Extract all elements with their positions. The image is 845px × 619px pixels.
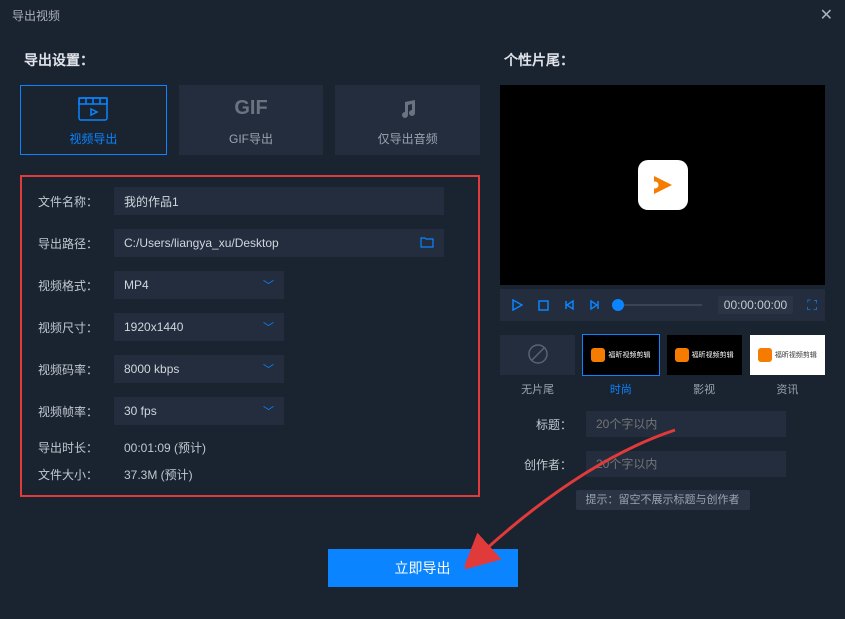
export-button[interactable]: 立即导出 (328, 549, 518, 587)
tail-option-fashion[interactable]: 福昕视频剪辑 时尚 (583, 335, 658, 397)
chevron-down-icon: ﹀ (263, 403, 274, 419)
filename-label: 文件名称： (38, 193, 114, 210)
tail-label: 资讯 (776, 381, 798, 397)
timecode: 00:00:00:00 (718, 296, 793, 314)
format-select[interactable]: MP4﹀ (114, 271, 284, 299)
brand-logo-icon (638, 160, 688, 210)
tab-audio-export[interactable]: 仅导出音频 (335, 85, 480, 155)
none-icon (527, 343, 549, 368)
fps-select[interactable]: 30 fps﹀ (114, 397, 284, 425)
duration-label: 导出时长： (38, 439, 114, 456)
hint-text: 提示：留空不展示标题与创作者 (576, 490, 750, 510)
title-label: 标题： (500, 416, 572, 433)
tail-section-title: 个性片尾： (504, 50, 825, 70)
video-icon (78, 94, 108, 124)
path-label: 导出路径： (38, 235, 114, 252)
chevron-down-icon: ﹀ (263, 319, 274, 335)
preview-player (500, 85, 825, 285)
author-label: 创作者： (500, 456, 572, 473)
tab-label: 视频导出 (69, 130, 117, 147)
fps-label: 视频帧率： (38, 403, 114, 420)
window-title: 导出视频 (12, 7, 60, 24)
tab-video-export[interactable]: 视频导出 (20, 85, 167, 155)
stop-icon[interactable] (534, 296, 552, 314)
bitrate-select[interactable]: 8000 kbps﹀ (114, 355, 284, 383)
filesize-value: 37.3M (预计) (114, 466, 193, 483)
filename-input[interactable] (114, 187, 444, 215)
export-form-highlight: 文件名称： 导出路径： C:/Users/liangya_xu/Desktop … (20, 175, 480, 497)
tail-option-movie[interactable]: 福昕视频剪辑 影视 (667, 335, 742, 397)
fullscreen-icon[interactable]: ⛶ (807, 297, 817, 314)
chevron-down-icon: ﹀ (263, 361, 274, 377)
tab-gif-export[interactable]: GIF GIF导出 (179, 85, 324, 155)
duration-value: 00:01:09 (预计) (114, 439, 206, 456)
format-label: 视频格式： (38, 277, 114, 294)
next-icon[interactable] (586, 296, 604, 314)
seek-slider[interactable] (612, 304, 702, 306)
export-settings-title: 导出设置： (24, 50, 480, 70)
tail-option-news[interactable]: 福昕视频剪辑 资讯 (750, 335, 825, 397)
tab-label: 仅导出音频 (378, 130, 438, 147)
chevron-down-icon: ﹀ (263, 277, 274, 293)
author-input[interactable] (586, 451, 786, 477)
seek-knob[interactable] (612, 299, 624, 311)
tail-label: 时尚 (610, 381, 632, 397)
tail-label: 无片尾 (521, 381, 554, 397)
path-input[interactable]: C:/Users/liangya_xu/Desktop (114, 229, 444, 257)
size-select[interactable]: 1920x1440﹀ (114, 313, 284, 341)
music-icon (397, 94, 419, 124)
tail-label: 影视 (693, 381, 715, 397)
close-icon[interactable]: ✕ (820, 5, 833, 25)
size-label: 视频尺寸： (38, 319, 114, 336)
tail-option-none[interactable]: 无片尾 (500, 335, 575, 397)
prev-icon[interactable] (560, 296, 578, 314)
filesize-label: 文件大小： (38, 466, 114, 483)
title-input[interactable] (586, 411, 786, 437)
folder-icon[interactable] (420, 236, 434, 251)
bitrate-label: 视频码率： (38, 361, 114, 378)
tab-label: GIF导出 (229, 130, 273, 147)
gif-icon: GIF (234, 94, 267, 124)
play-icon[interactable] (508, 296, 526, 314)
